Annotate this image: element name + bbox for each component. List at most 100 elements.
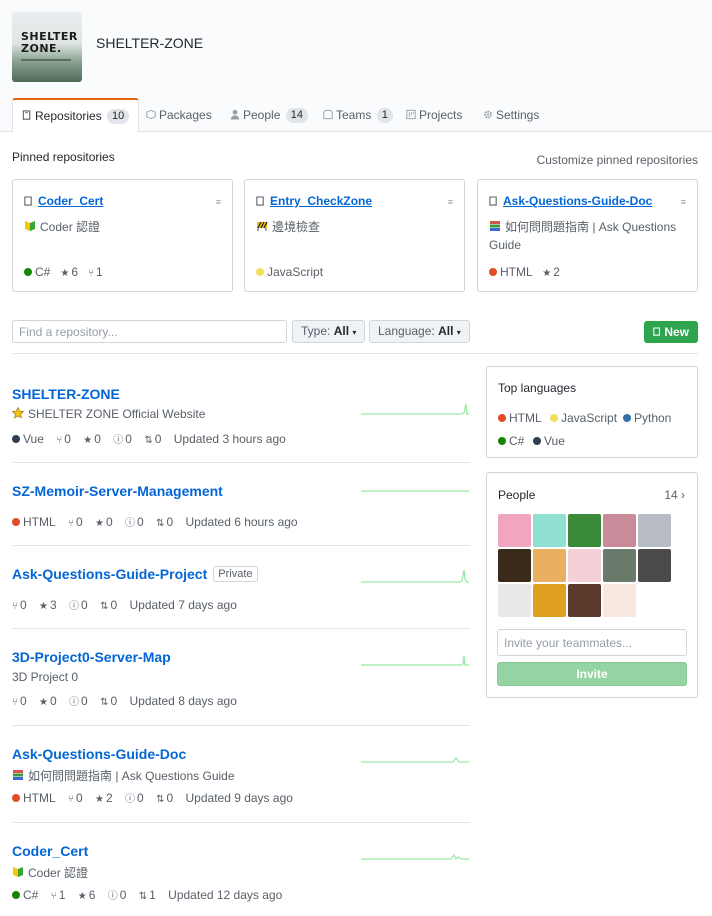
repo-name-link[interactable]: Ask-Questions-Guide-Doc <box>12 746 186 762</box>
issue-icon: ⓘ <box>107 891 118 902</box>
language-item[interactable]: C# <box>498 434 524 448</box>
star-count[interactable]: 0 <box>50 694 57 708</box>
star-count[interactable]: 2 <box>106 791 113 805</box>
member-avatar[interactable] <box>568 584 601 617</box>
issue-count[interactable]: 0 <box>81 598 88 612</box>
issue-count[interactable]: 0 <box>81 694 88 708</box>
member-avatar[interactable] <box>638 514 671 547</box>
caret-down-icon: ▾ <box>456 328 461 337</box>
member-avatar[interactable] <box>498 514 531 547</box>
tab-packages[interactable]: Packages <box>146 98 212 132</box>
pinned-repo-link[interactable]: Coder_Cert <box>38 194 103 208</box>
drag-handle-icon[interactable]: ≡ <box>216 197 221 207</box>
member-avatar[interactable] <box>498 549 531 582</box>
issue-count[interactable]: 0 <box>137 791 144 805</box>
member-avatar[interactable] <box>638 549 671 582</box>
member-avatar[interactable] <box>533 514 566 547</box>
repo-icon <box>653 327 660 336</box>
member-avatar[interactable] <box>603 514 636 547</box>
star-count[interactable]: 0 <box>106 515 113 529</box>
issue-count[interactable]: 0 <box>125 432 132 446</box>
pr-count[interactable]: 0 <box>166 515 173 529</box>
language-item[interactable]: HTML <box>498 411 542 425</box>
repository-search-input[interactable] <box>12 320 287 343</box>
star-count[interactable]: 6 <box>89 888 96 902</box>
drag-handle-icon[interactable]: ≡ <box>681 197 686 207</box>
pinned-repo-description: Coder 認證 <box>24 218 221 236</box>
repo-meta: ⑂ 0 ★ 3 ⓘ 0 ⇅ 0 Updated 7 days ago <box>12 597 237 612</box>
repo-name-link[interactable]: SZ-Memoir-Server-Management <box>12 483 223 499</box>
member-avatar[interactable] <box>568 549 601 582</box>
top-languages-box: Top languages HTML JavaScript Python C# … <box>486 366 698 458</box>
fork-count[interactable]: 1 <box>59 888 66 902</box>
customize-pinned-link[interactable]: Customize pinned repositories <box>537 153 698 167</box>
repo-name-text[interactable]: Ask-Questions-Guide-Project <box>12 566 207 582</box>
star-count[interactable]: 2 <box>553 265 560 279</box>
repo-name-link[interactable]: 3D-Project0-Server-Map <box>12 649 171 665</box>
repo-description: SHELTER ZONE Official Website <box>12 407 205 421</box>
description-text: 3D Project 0 <box>12 670 79 684</box>
people-count-link[interactable]: 14 › <box>664 488 685 502</box>
tab-label: Projects <box>419 108 463 122</box>
issue-icon: ⓘ <box>125 518 136 529</box>
description-text: 如何問問題指南 | Ask Questions Guide <box>489 220 677 252</box>
member-avatar[interactable] <box>603 584 636 617</box>
tab-label: Teams <box>336 108 372 122</box>
member-avatar[interactable] <box>568 514 601 547</box>
language-name: C# <box>23 888 39 902</box>
fork-count[interactable]: 0 <box>20 694 27 708</box>
fork-count[interactable]: 0 <box>76 791 83 805</box>
pr-count[interactable]: 0 <box>110 598 117 612</box>
people-box: People 14 › Invite <box>486 472 698 698</box>
fork-icon: ⑂ <box>12 601 18 612</box>
tab-settings[interactable]: Settings <box>483 98 539 132</box>
gear-icon <box>484 110 492 119</box>
pinned-card: Entry_CheckZone ≡ 邊境檢查 JavaScript <box>244 179 465 292</box>
star-count[interactable]: 3 <box>50 598 57 612</box>
fork-count[interactable]: 0 <box>64 432 71 446</box>
invite-button[interactable]: Invite <box>497 662 687 686</box>
member-avatar[interactable] <box>533 584 566 617</box>
fork-count[interactable]: 0 <box>20 598 27 612</box>
repo-name-link: Ask-Questions-Guide-Project Private <box>12 566 258 582</box>
pinned-repo-link[interactable]: Ask-Questions-Guide-Doc <box>503 194 652 208</box>
member-avatar[interactable] <box>498 584 531 617</box>
star-icon: ★ <box>60 268 70 279</box>
pr-count[interactable]: 0 <box>155 432 162 446</box>
language-color-dot <box>256 268 264 276</box>
org-avatar[interactable]: SHELTER ZONE. <box>12 12 82 82</box>
construction-icon <box>257 221 268 231</box>
new-repository-button[interactable]: New <box>644 321 698 343</box>
language-item[interactable]: Python <box>623 411 671 425</box>
language-item[interactable]: JavaScript <box>550 411 617 425</box>
issue-count[interactable]: 0 <box>120 888 127 902</box>
pinned-repo-link[interactable]: Entry_CheckZone <box>270 194 372 208</box>
fork-count[interactable]: 1 <box>96 265 103 279</box>
tab-projects[interactable]: Projects <box>406 98 462 132</box>
tab-label: Repositories <box>35 109 102 123</box>
repo-name-link[interactable]: Coder_Cert <box>12 843 88 859</box>
language-filter-dropdown[interactable]: Language: All ▾ <box>369 320 470 343</box>
pinned-card: Coder_Cert ≡ Coder 認證 C# ★ 6 ⑂ 1 <box>12 179 233 292</box>
pr-count[interactable]: 0 <box>110 694 117 708</box>
pr-count[interactable]: 0 <box>166 791 173 805</box>
tab-teams[interactable]: Teams 1 <box>323 98 393 132</box>
people-heading[interactable]: People <box>498 488 535 502</box>
fork-count[interactable]: 0 <box>76 515 83 529</box>
star-count[interactable]: 0 <box>94 432 101 446</box>
member-avatar[interactable] <box>533 549 566 582</box>
description-text: 如何問問題指南 | Ask Questions Guide <box>28 769 235 783</box>
repo-name-link[interactable]: SHELTER-ZONE <box>12 386 120 402</box>
star-count[interactable]: 6 <box>71 265 78 279</box>
member-avatar[interactable] <box>603 549 636 582</box>
issue-count[interactable]: 0 <box>137 515 144 529</box>
language-item[interactable]: Vue <box>533 434 565 448</box>
tab-people[interactable]: People 14 <box>230 98 308 132</box>
invite-teammates-input[interactable] <box>497 629 687 656</box>
drag-handle-icon[interactable]: ≡ <box>448 197 453 207</box>
tab-repositories[interactable]: Repositories 10 <box>12 98 140 133</box>
type-filter-dropdown[interactable]: Type: All ▾ <box>292 320 366 343</box>
language-name: HTML <box>500 265 533 279</box>
tab-label: Packages <box>159 108 212 122</box>
pr-count[interactable]: 1 <box>149 888 156 902</box>
